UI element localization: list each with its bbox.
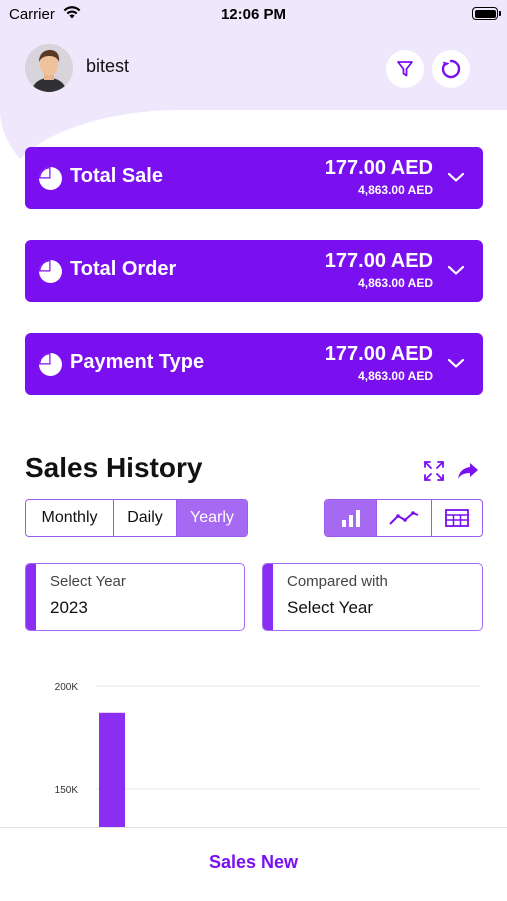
card-amount: 177.00 AED bbox=[324, 157, 433, 179]
filter-button[interactable] bbox=[386, 50, 424, 88]
card-total-order[interactable]: Total Order 177.00 AED 4,863.00 AED bbox=[25, 240, 483, 302]
tab-daily[interactable]: Daily bbox=[114, 500, 177, 536]
status-bar: Carrier 12:06 PM bbox=[0, 0, 507, 30]
select-year-dropdown[interactable]: Select Year 2023 bbox=[25, 563, 245, 631]
card-sub-amount: 4,863.00 AED bbox=[358, 183, 433, 197]
bar-chart-icon bbox=[341, 510, 360, 527]
chevron-down-icon bbox=[447, 172, 465, 182]
sales-history-title: Sales History bbox=[25, 452, 203, 483]
pie-chart-icon bbox=[39, 260, 62, 283]
table-view-button[interactable] bbox=[432, 500, 482, 536]
card-sub-amount: 4,863.00 AED bbox=[358, 276, 433, 290]
select-year-value: 2023 bbox=[50, 598, 88, 617]
select-accent bbox=[263, 564, 273, 630]
line-chart-view-button[interactable] bbox=[377, 500, 432, 536]
pie-chart-icon bbox=[39, 353, 62, 376]
sales-history-chart: 200K 150K bbox=[55, 682, 480, 828]
card-total-sale[interactable]: Total Sale 177.00 AED 4,863.00 AED bbox=[25, 147, 483, 209]
battery-icon bbox=[472, 7, 501, 20]
select-accent bbox=[26, 564, 36, 630]
bottom-bar: Sales New bbox=[0, 827, 507, 901]
expand-icon[interactable] bbox=[423, 460, 445, 482]
refresh-button[interactable] bbox=[432, 50, 470, 88]
card-payment-type[interactable]: Payment Type 177.00 AED 4,863.00 AED bbox=[25, 333, 483, 395]
period-selector: Monthly Daily Yearly bbox=[25, 499, 248, 537]
username: bitest bbox=[86, 56, 130, 76]
clock: 12:06 PM bbox=[220, 6, 287, 23]
compared-with-value: Select Year bbox=[287, 598, 374, 617]
card-title: Total Order bbox=[70, 258, 177, 280]
refresh-icon bbox=[441, 59, 461, 79]
card-amount: 177.00 AED bbox=[324, 343, 433, 365]
chevron-down-icon bbox=[447, 358, 465, 368]
card-title: Total Sale bbox=[70, 165, 163, 187]
view-mode-selector bbox=[324, 499, 483, 537]
share-icon[interactable] bbox=[456, 460, 480, 482]
card-amount: 177.00 AED bbox=[324, 250, 433, 272]
chart-bar[interactable] bbox=[99, 712, 125, 828]
y-tick-label: 150K bbox=[55, 785, 79, 796]
card-sub-amount: 4,863.00 AED bbox=[358, 369, 433, 383]
card-title: Payment Type bbox=[70, 351, 205, 373]
bar-chart-view-button[interactable] bbox=[325, 500, 377, 536]
select-year-label: Select Year bbox=[50, 573, 126, 590]
chevron-down-icon bbox=[447, 265, 465, 275]
tab-monthly[interactable]: Monthly bbox=[26, 500, 114, 536]
compared-with-label: Compared with bbox=[287, 573, 388, 590]
avatar[interactable] bbox=[25, 44, 73, 92]
avatar-image bbox=[25, 44, 73, 92]
table-icon bbox=[445, 509, 469, 527]
line-chart-icon bbox=[389, 511, 419, 525]
pie-chart-icon bbox=[39, 167, 62, 190]
filter-icon bbox=[397, 61, 413, 77]
y-tick-label: 200K bbox=[55, 682, 79, 693]
sales-new-button[interactable]: Sales New bbox=[0, 852, 507, 873]
compared-with-dropdown[interactable]: Compared with Select Year bbox=[262, 563, 483, 631]
tab-yearly[interactable]: Yearly bbox=[177, 500, 247, 536]
